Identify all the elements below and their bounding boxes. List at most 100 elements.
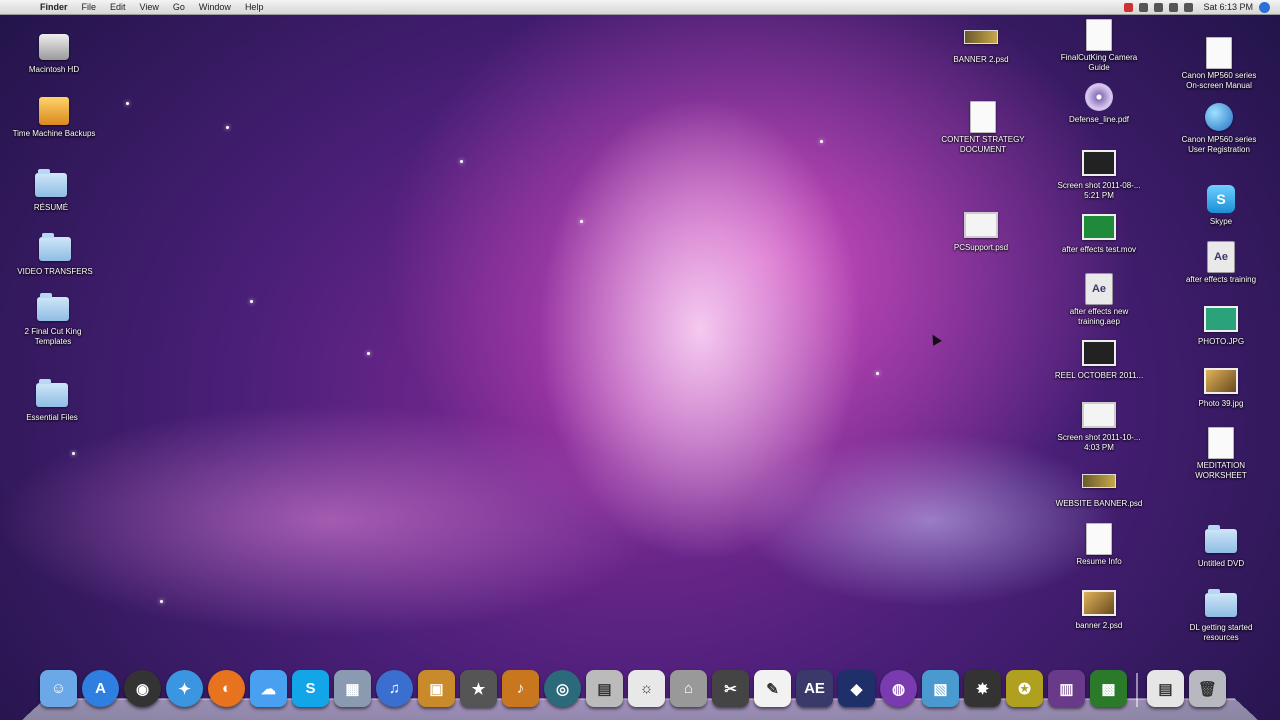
desktop-icon-after-effects-training[interactable]: Ae after effects training xyxy=(1176,241,1266,285)
desktop-icon-after-effects-test-mov[interactable]: after effects test.mov xyxy=(1054,212,1144,255)
desktop-icon-essential-files[interactable]: Essential Files xyxy=(7,379,97,423)
menu-clock[interactable]: Sat 6:13 PM xyxy=(1203,2,1253,12)
dock-item-preview-2[interactable]: ▧ xyxy=(922,670,959,707)
documents-stack-icon: ▤ xyxy=(1158,680,1173,698)
desktop-icon-banner-2-psd-2[interactable]: banner 2.psd xyxy=(1054,588,1144,631)
picture-icon: ▧ xyxy=(933,680,948,698)
dock-item-imovie[interactable]: ★ xyxy=(460,670,497,707)
trash-icon: 🗑 xyxy=(1197,680,1218,698)
spotlight-icon[interactable] xyxy=(1259,1,1270,13)
desktop-icon-dl-getting-started[interactable]: DL getting started resources xyxy=(1176,589,1266,643)
desktop-icon-resume-folder[interactable]: RÉSUMÉ xyxy=(6,169,96,213)
pages-icon: ✎ xyxy=(766,680,779,698)
desktop-icon-label: MEDITATION WORKSHEET xyxy=(1195,461,1247,480)
menu-finder[interactable]: Finder xyxy=(40,2,68,12)
dock-item-trash[interactable]: 🗑 xyxy=(1189,670,1226,707)
image-thumbnail-icon xyxy=(1204,306,1238,332)
star xyxy=(580,220,583,223)
after-effects-icon: AE xyxy=(804,680,825,697)
desktop-icon-untitled-dvd[interactable]: Untitled DVD xyxy=(1176,525,1266,569)
desktop-icon-label: Untitled DVD xyxy=(1197,559,1245,568)
desktop-icon-canon-registration[interactable]: Canon MP560 series User Registration xyxy=(1174,102,1264,155)
desktop-icon-screen-shot-1[interactable]: Screen shot 2011-08-... 5:21 PM xyxy=(1054,148,1144,201)
dock-item-pages[interactable]: ✎ xyxy=(754,670,791,707)
desktop-icon-video-transfers[interactable]: VIDEO TRANSFERS xyxy=(10,233,100,277)
desktop-icon-defense-line-pdf[interactable]: Defense_line.pdf xyxy=(1054,82,1144,125)
desktop-icon-macintosh-hd[interactable]: Macintosh HD xyxy=(9,32,99,75)
battery-icon[interactable] xyxy=(1184,2,1194,12)
desktop-icon-pcsupport-psd[interactable]: PCSupport.psd xyxy=(936,210,1026,253)
desktop-icon-label: REEL OCTOBER 2011... xyxy=(1054,371,1144,380)
dock: ☺ A ◉ ✦ ◐ ☁ S ▦ ♫ ▣ ★ ♪ ◎ ▤ ☼ ⌂ ✂ ✎ AE ◆ ◍ ▧ ✸ ✪ ▥ ▩ ▤ 🗑 xyxy=(22,668,1258,720)
dock-item-compressor[interactable]: ✸ xyxy=(964,670,1001,707)
desktop-icon-content-strategy-document[interactable]: CONTENT STRATEGY DOCUMENT xyxy=(938,101,1028,155)
dock-item-after-effects[interactable]: AE xyxy=(796,670,833,707)
dock-item-skype[interactable]: S xyxy=(292,670,329,707)
volume-icon[interactable] xyxy=(1169,2,1179,12)
dock-item-ichat[interactable]: ☁ xyxy=(250,670,287,707)
dock-item-app-store[interactable]: A xyxy=(82,670,119,707)
clapper-icon: ✂ xyxy=(724,680,737,698)
menu-view[interactable]: View xyxy=(140,2,159,12)
desktop-icon-resume-info[interactable]: Resume Info xyxy=(1054,523,1144,567)
desktop-icon-photo-39[interactable]: Photo 39.jpg xyxy=(1176,366,1266,409)
desktop-icon-label: CONTENT STRATEGY DOCUMENT xyxy=(941,135,1025,154)
dock-item-firefox[interactable]: ◐ xyxy=(208,670,245,707)
desktop-icon-label: VIDEO TRANSFERS xyxy=(17,267,93,276)
folder-icon xyxy=(35,169,67,197)
dock-item-soundtrack[interactable]: ▥ xyxy=(1048,670,1085,707)
dock-item-final-cut[interactable]: ✂ xyxy=(712,670,749,707)
desktop-icon-label: PCSupport.psd xyxy=(953,243,1009,252)
wifi-icon[interactable] xyxy=(1154,2,1164,12)
dock-item-image-capture[interactable]: ⌂ xyxy=(670,670,707,707)
screenshot-icon xyxy=(1082,150,1116,176)
desktop-icon-time-machine-backups[interactable]: Time Machine Backups xyxy=(9,96,99,139)
banner-thumbnail-icon xyxy=(1082,474,1116,488)
dock-item-time-machine[interactable]: ◎ xyxy=(544,670,581,707)
dock-item-motion[interactable]: ◆ xyxy=(838,670,875,707)
desktop-icon-after-effects-new-training[interactable]: Ae after effects new training.aep xyxy=(1054,273,1144,327)
dock-item-iphoto[interactable]: ▣ xyxy=(418,670,455,707)
bluetooth-icon[interactable] xyxy=(1139,2,1149,12)
dock-item-quicktime[interactable]: ▩ xyxy=(1090,670,1127,707)
photo-icon xyxy=(1204,368,1238,394)
desktop-icon-photo-jpg[interactable]: PHOTO.JPG xyxy=(1176,304,1266,347)
menu-go[interactable]: Go xyxy=(173,2,185,12)
dock-item-dashboard[interactable]: ◉ xyxy=(124,670,161,707)
desktop-icon-banner-2-psd[interactable]: BANNER 2.psd xyxy=(936,22,1026,65)
desktop-icon-reel-october-2011[interactable]: REEL OCTOBER 2011... xyxy=(1054,338,1144,381)
menu-help[interactable]: Help xyxy=(245,2,264,12)
motion-icon: ◆ xyxy=(850,680,863,698)
desktop-icon-canon-manual[interactable]: Canon MP560 series On-screen Manual xyxy=(1174,37,1264,91)
desktop-icon-screen-shot-2[interactable]: Screen shot 2011-10-... 4:03 PM xyxy=(1054,400,1144,453)
dock-item-color[interactable]: ◍ xyxy=(880,670,917,707)
star xyxy=(160,600,163,603)
hard-drive-icon xyxy=(39,34,69,60)
status-menu-icon[interactable] xyxy=(1124,2,1134,12)
after-effects-file-icon: Ae xyxy=(1207,241,1235,273)
dock-item-preview[interactable]: ▦ xyxy=(334,670,371,707)
desktop-icon-label: BANNER 2.psd xyxy=(953,55,1009,64)
menu-file[interactable]: File xyxy=(82,2,97,12)
dock-item-photo-booth[interactable]: ▤ xyxy=(586,670,623,707)
dock-item-garageband[interactable]: ♪ xyxy=(502,670,539,707)
desktop-icon-meditation-worksheet[interactable]: MEDITATION WORKSHEET xyxy=(1176,427,1266,481)
desktop-icon-label: after effects test.mov xyxy=(1061,245,1137,254)
itunes-icon: ♫ xyxy=(388,680,401,697)
app-store-icon: A xyxy=(95,680,106,697)
dock-item-itunes[interactable]: ♫ xyxy=(376,670,413,707)
dock-item-finder[interactable]: ☺ xyxy=(40,670,77,707)
folder-icon xyxy=(39,233,71,261)
desktop-icon-final-cut-king-templates[interactable]: 2 Final Cut King Templates xyxy=(8,293,98,347)
desktop-icon-finalcutking-camera-guide[interactable]: FinalCutKing Camera Guide xyxy=(1054,19,1144,73)
video-icon xyxy=(1082,340,1116,366)
desktop-icon-skype[interactable]: S Skype xyxy=(1176,184,1266,227)
menu-window[interactable]: Window xyxy=(199,2,231,12)
menu-edit[interactable]: Edit xyxy=(110,2,126,12)
folder-icon xyxy=(37,293,69,321)
dock-item-documents-stack[interactable]: ▤ xyxy=(1147,670,1184,707)
dock-item-dvd-studio[interactable]: ✪ xyxy=(1006,670,1043,707)
desktop-icon-website-banner-psd[interactable]: WEBSITE BANNER.psd xyxy=(1054,466,1144,509)
dock-item-safari[interactable]: ✦ xyxy=(166,670,203,707)
dock-item-ideas[interactable]: ☼ xyxy=(628,670,665,707)
